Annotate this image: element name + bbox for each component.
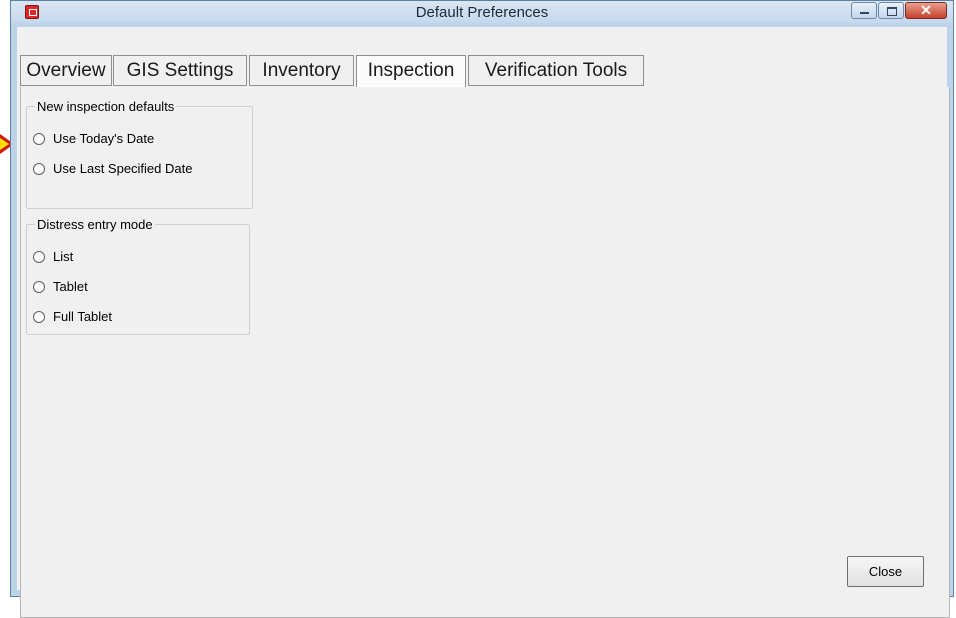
inspection-tab-page: New inspection defaults Use Today's Date… [20, 87, 950, 618]
title-bar[interactable]: Default Preferences ✕ [11, 1, 953, 23]
radio-button[interactable] [33, 250, 45, 263]
radio-button[interactable] [33, 280, 45, 293]
distress-entry-mode-group: Distress entry mode List Tablet Full Tab… [26, 217, 250, 335]
radio-label: Use Today's Date [53, 131, 155, 146]
window-controls: ✕ [850, 2, 947, 20]
tab-inspection[interactable]: Inspection [356, 55, 466, 88]
preferences-window: Default Preferences ✕ Overview GIS Setti… [10, 0, 954, 618]
close-button[interactable]: Close [847, 556, 924, 587]
radio-use-last-specified-date[interactable]: Use Last Specified Date [33, 161, 192, 176]
minimize-icon [860, 12, 869, 14]
tab-verification-tools[interactable]: Verification Tools [468, 55, 644, 86]
radio-use-todays-date[interactable]: Use Today's Date [33, 131, 154, 146]
close-icon: ✕ [920, 2, 932, 18]
tab-inventory[interactable]: Inventory [249, 55, 354, 86]
radio-button[interactable] [33, 310, 45, 323]
distress-entry-mode-title: Distress entry mode [37, 217, 153, 232]
tab-gis-settings[interactable]: GIS Settings [113, 55, 247, 86]
tab-overview[interactable]: Overview [20, 55, 112, 86]
radio-button[interactable] [33, 132, 45, 145]
radio-button[interactable] [33, 162, 45, 175]
radio-tablet[interactable]: Tablet [33, 279, 88, 294]
new-inspection-defaults-title: New inspection defaults [37, 99, 175, 114]
window-title: Default Preferences [415, 4, 549, 21]
arrow-pointer-fill [0, 138, 9, 150]
radio-label: Tablet [53, 279, 88, 294]
maximize-button[interactable] [878, 2, 904, 19]
radio-label: List [53, 249, 74, 264]
radio-label: Use Last Specified Date [53, 161, 193, 176]
close-window-button[interactable]: ✕ [905, 2, 947, 19]
new-inspection-defaults-group: New inspection defaults Use Today's Date… [26, 99, 253, 209]
radio-label: Full Tablet [53, 309, 113, 324]
minimize-button[interactable] [851, 2, 877, 19]
maximize-icon [887, 7, 897, 16]
window-client-area: Overview GIS Settings Inventory Inspecti… [17, 27, 950, 618]
radio-list[interactable]: List [33, 249, 73, 264]
radio-full-tablet[interactable]: Full Tablet [33, 309, 112, 324]
